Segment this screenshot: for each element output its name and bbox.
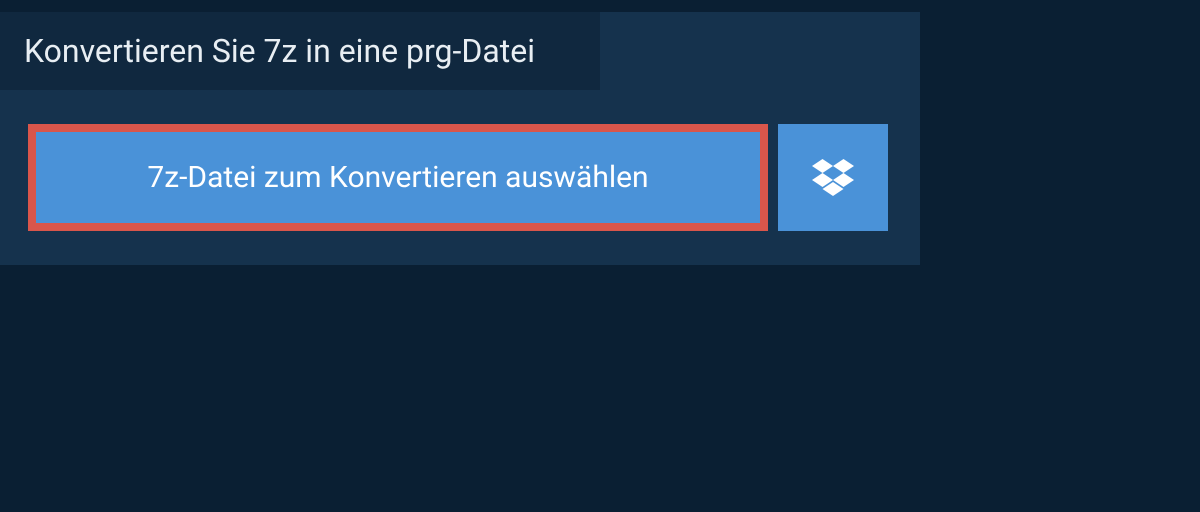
select-file-label: 7z-Datei zum Konvertieren auswählen [147,160,648,195]
converter-panel: Konvertieren Sie 7z in eine prg-Datei 7z… [0,12,920,265]
dropbox-icon [812,159,854,197]
page-title: Konvertieren Sie 7z in eine prg-Datei [24,32,576,70]
upload-row: 7z-Datei zum Konvertieren auswählen [0,90,920,265]
header-bar: Konvertieren Sie 7z in eine prg-Datei [0,12,600,90]
select-file-button[interactable]: 7z-Datei zum Konvertieren auswählen [28,124,768,231]
dropbox-button[interactable] [778,124,888,231]
